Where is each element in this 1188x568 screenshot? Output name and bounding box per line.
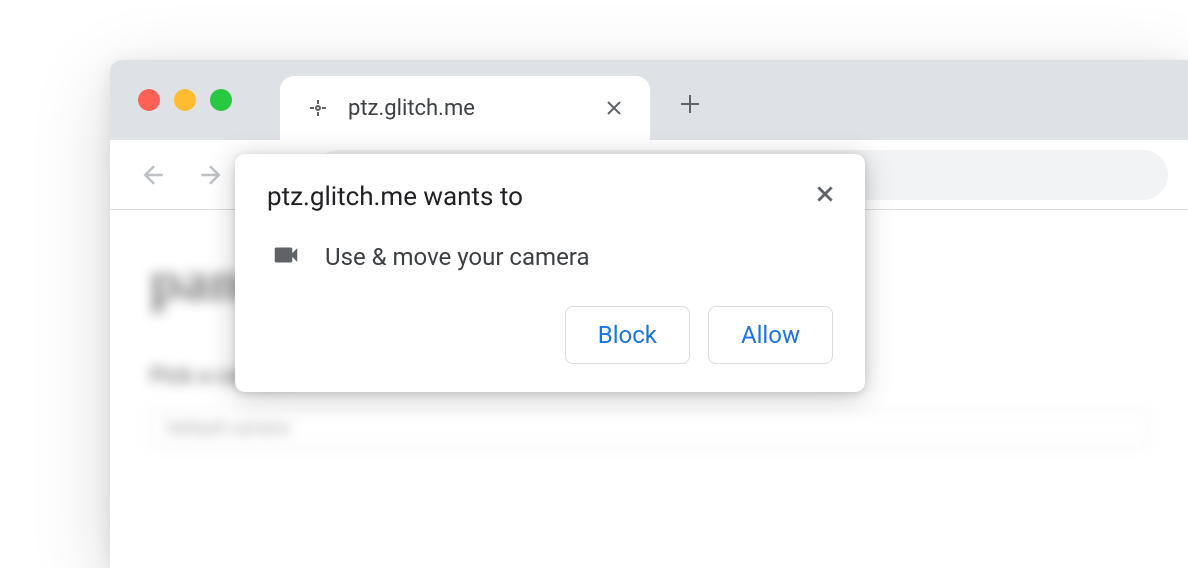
camera-icon <box>271 240 301 274</box>
minimize-window-button[interactable] <box>174 89 196 111</box>
close-dialog-icon[interactable] <box>809 178 841 210</box>
close-tab-icon[interactable] <box>602 96 626 120</box>
permission-row: Use & move your camera <box>267 240 833 274</box>
permission-dialog: ptz.glitch.me wants to Use & move your c… <box>235 154 865 392</box>
tab-strip: ptz.glitch.me <box>110 60 1188 140</box>
back-button[interactable] <box>130 151 178 199</box>
dialog-buttons: Block Allow <box>267 306 833 364</box>
block-button[interactable]: Block <box>565 306 690 364</box>
window-controls <box>138 89 232 111</box>
camera-select[interactable]: Default camera <box>150 409 1148 448</box>
maximize-window-button[interactable] <box>210 89 232 111</box>
permission-text: Use & move your camera <box>325 243 590 271</box>
new-tab-button[interactable] <box>666 80 714 128</box>
browser-tab[interactable]: ptz.glitch.me <box>280 76 650 140</box>
forward-button[interactable] <box>186 151 234 199</box>
allow-button[interactable]: Allow <box>708 306 833 364</box>
dialog-title: ptz.glitch.me wants to <box>267 182 833 212</box>
close-window-button[interactable] <box>138 89 160 111</box>
tab-favicon <box>304 94 332 122</box>
tab-title: ptz.glitch.me <box>348 96 602 121</box>
